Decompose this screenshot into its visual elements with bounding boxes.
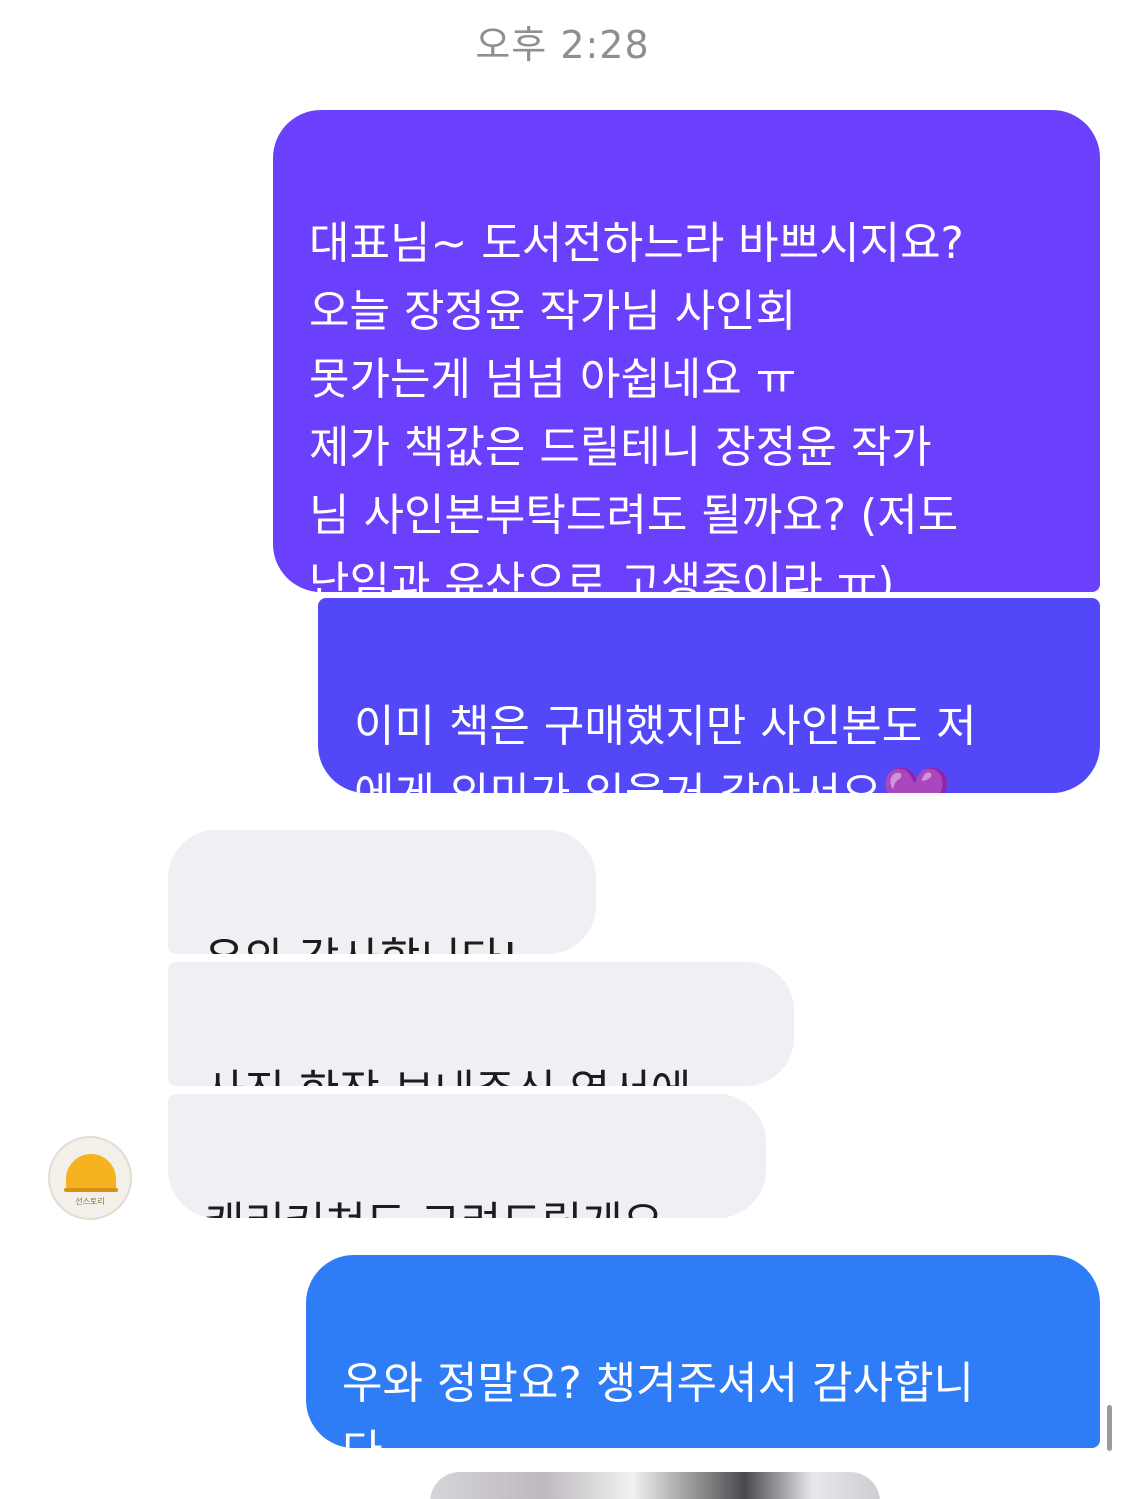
received-message-bubble[interactable]: 캐리커쳐도 그려드릴게요 <box>168 1094 766 1218</box>
received-message-bubble[interactable]: 우와 감사합니다! <box>168 830 596 954</box>
chat-screen: 오후 2:28 대표님~ 도서전하느라 바쁘시지요? 오늘 장정윤 작가님 사인… <box>0 0 1125 1499</box>
message-text: 대표님~ 도서전하느라 바쁘시지요? 오늘 장정윤 작가님 사인회 못가는게 넘… <box>309 218 964 592</box>
image-message-preview[interactable] <box>430 1472 880 1499</box>
message-text: 우와 감사합니다! <box>204 934 519 954</box>
sent-message-bubble[interactable]: 우와 정말요? 챙겨주셔서 감사합니 다 <box>306 1255 1100 1448</box>
sender-avatar[interactable]: 선스토리 <box>48 1136 132 1220</box>
received-message-bubble[interactable]: 사진 한장 보내주심 엽서에 <box>168 962 794 1086</box>
purple-heart-emoji-icon: 💜 <box>882 769 952 794</box>
sent-message-bubble[interactable]: 대표님~ 도서전하느라 바쁘시지요? 오늘 장정윤 작가님 사인회 못가는게 넘… <box>273 110 1100 592</box>
book-line-icon <box>64 1188 118 1192</box>
sun-book-logo-icon <box>66 1154 116 1190</box>
message-text: 사진 한장 보내주심 엽서에 <box>204 1066 691 1086</box>
avatar-logo-text: 선스토리 <box>75 1197 105 1206</box>
message-text: 캐리커쳐도 그려드릴게요 <box>204 1198 663 1218</box>
scrollbar[interactable] <box>1107 1405 1112 1451</box>
message-text: 우와 정말요? 챙겨주셔서 감사합니 다 <box>342 1358 975 1448</box>
message-timestamp: 오후 2:28 <box>475 23 650 67</box>
sent-message-bubble[interactable]: 이미 책은 구매했지만 사인본도 저 에게 의미가 있을거 같아서요💜 <box>318 598 1100 793</box>
